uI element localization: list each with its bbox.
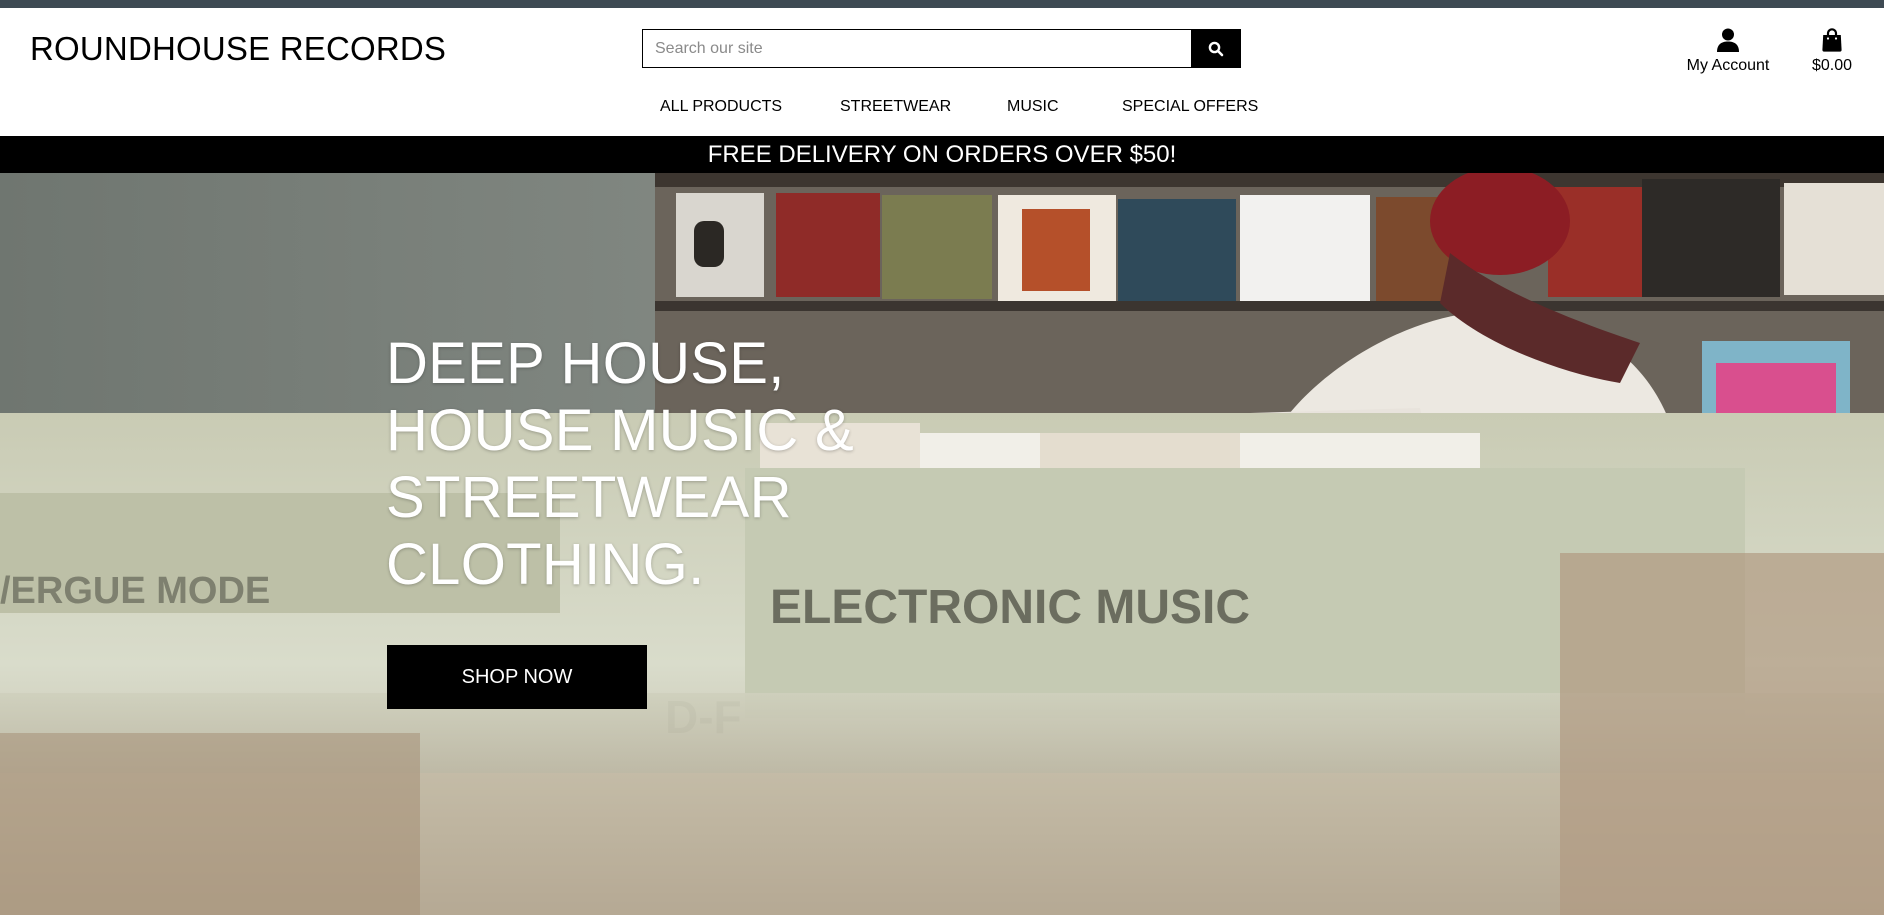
brand-logo[interactable]: ROUNDHOUSE RECORDS	[30, 30, 446, 68]
search-input[interactable]	[642, 29, 1191, 68]
top-accent-strip	[0, 0, 1884, 8]
hero-title-line: STREETWEAR	[386, 465, 792, 530]
hero-heading-wrap: DEEP HOUSE, HOUSE MUSIC & STREETWEAR CLO…	[386, 330, 906, 598]
free-delivery-banner: FREE DELIVERY ON ORDERS OVER $50!	[0, 136, 1884, 173]
hero-section: ELECTRONIC MUSIC D-F /ERGUE MODE DEEP HO…	[0, 173, 1884, 915]
hero-title-line: DEEP HOUSE,	[386, 331, 785, 396]
hero-title-line: HOUSE MUSIC &	[386, 398, 854, 463]
site-header: ROUNDHOUSE RECORDS My Account	[0, 8, 1884, 136]
shop-now-button[interactable]: SHOP NOW	[387, 645, 647, 709]
nav-item-streetwear[interactable]: STREETWEAR	[840, 98, 951, 116]
search-icon	[1208, 41, 1224, 56]
nav-item-special-offers[interactable]: SPECIAL OFFERS	[1122, 98, 1258, 116]
nav-item-all-products[interactable]: ALL PRODUCTS	[660, 98, 782, 116]
svg-text:/ERGUE MODE: /ERGUE MODE	[0, 570, 270, 612]
user-icon	[1717, 28, 1739, 52]
main-nav: ALL PRODUCTS STREETWEAR MUSIC SPECIAL OF…	[0, 98, 1884, 128]
search-button[interactable]	[1191, 29, 1241, 68]
my-account-link[interactable]: My Account	[1678, 24, 1778, 75]
cart-total: $0.00	[1811, 57, 1853, 74]
hero-title: DEEP HOUSE, HOUSE MUSIC & STREETWEAR CLO…	[386, 330, 906, 598]
nav-item-music[interactable]: MUSIC	[1007, 98, 1059, 116]
hero-title-line: CLOTHING.	[386, 532, 705, 597]
my-account-label: My Account	[1686, 57, 1770, 74]
search-form	[642, 29, 1241, 68]
shopping-bag-icon	[1822, 28, 1842, 52]
cart-link[interactable]: $0.00	[1800, 24, 1864, 75]
hero-background-image: ELECTRONIC MUSIC D-F /ERGUE MODE	[0, 173, 1884, 915]
